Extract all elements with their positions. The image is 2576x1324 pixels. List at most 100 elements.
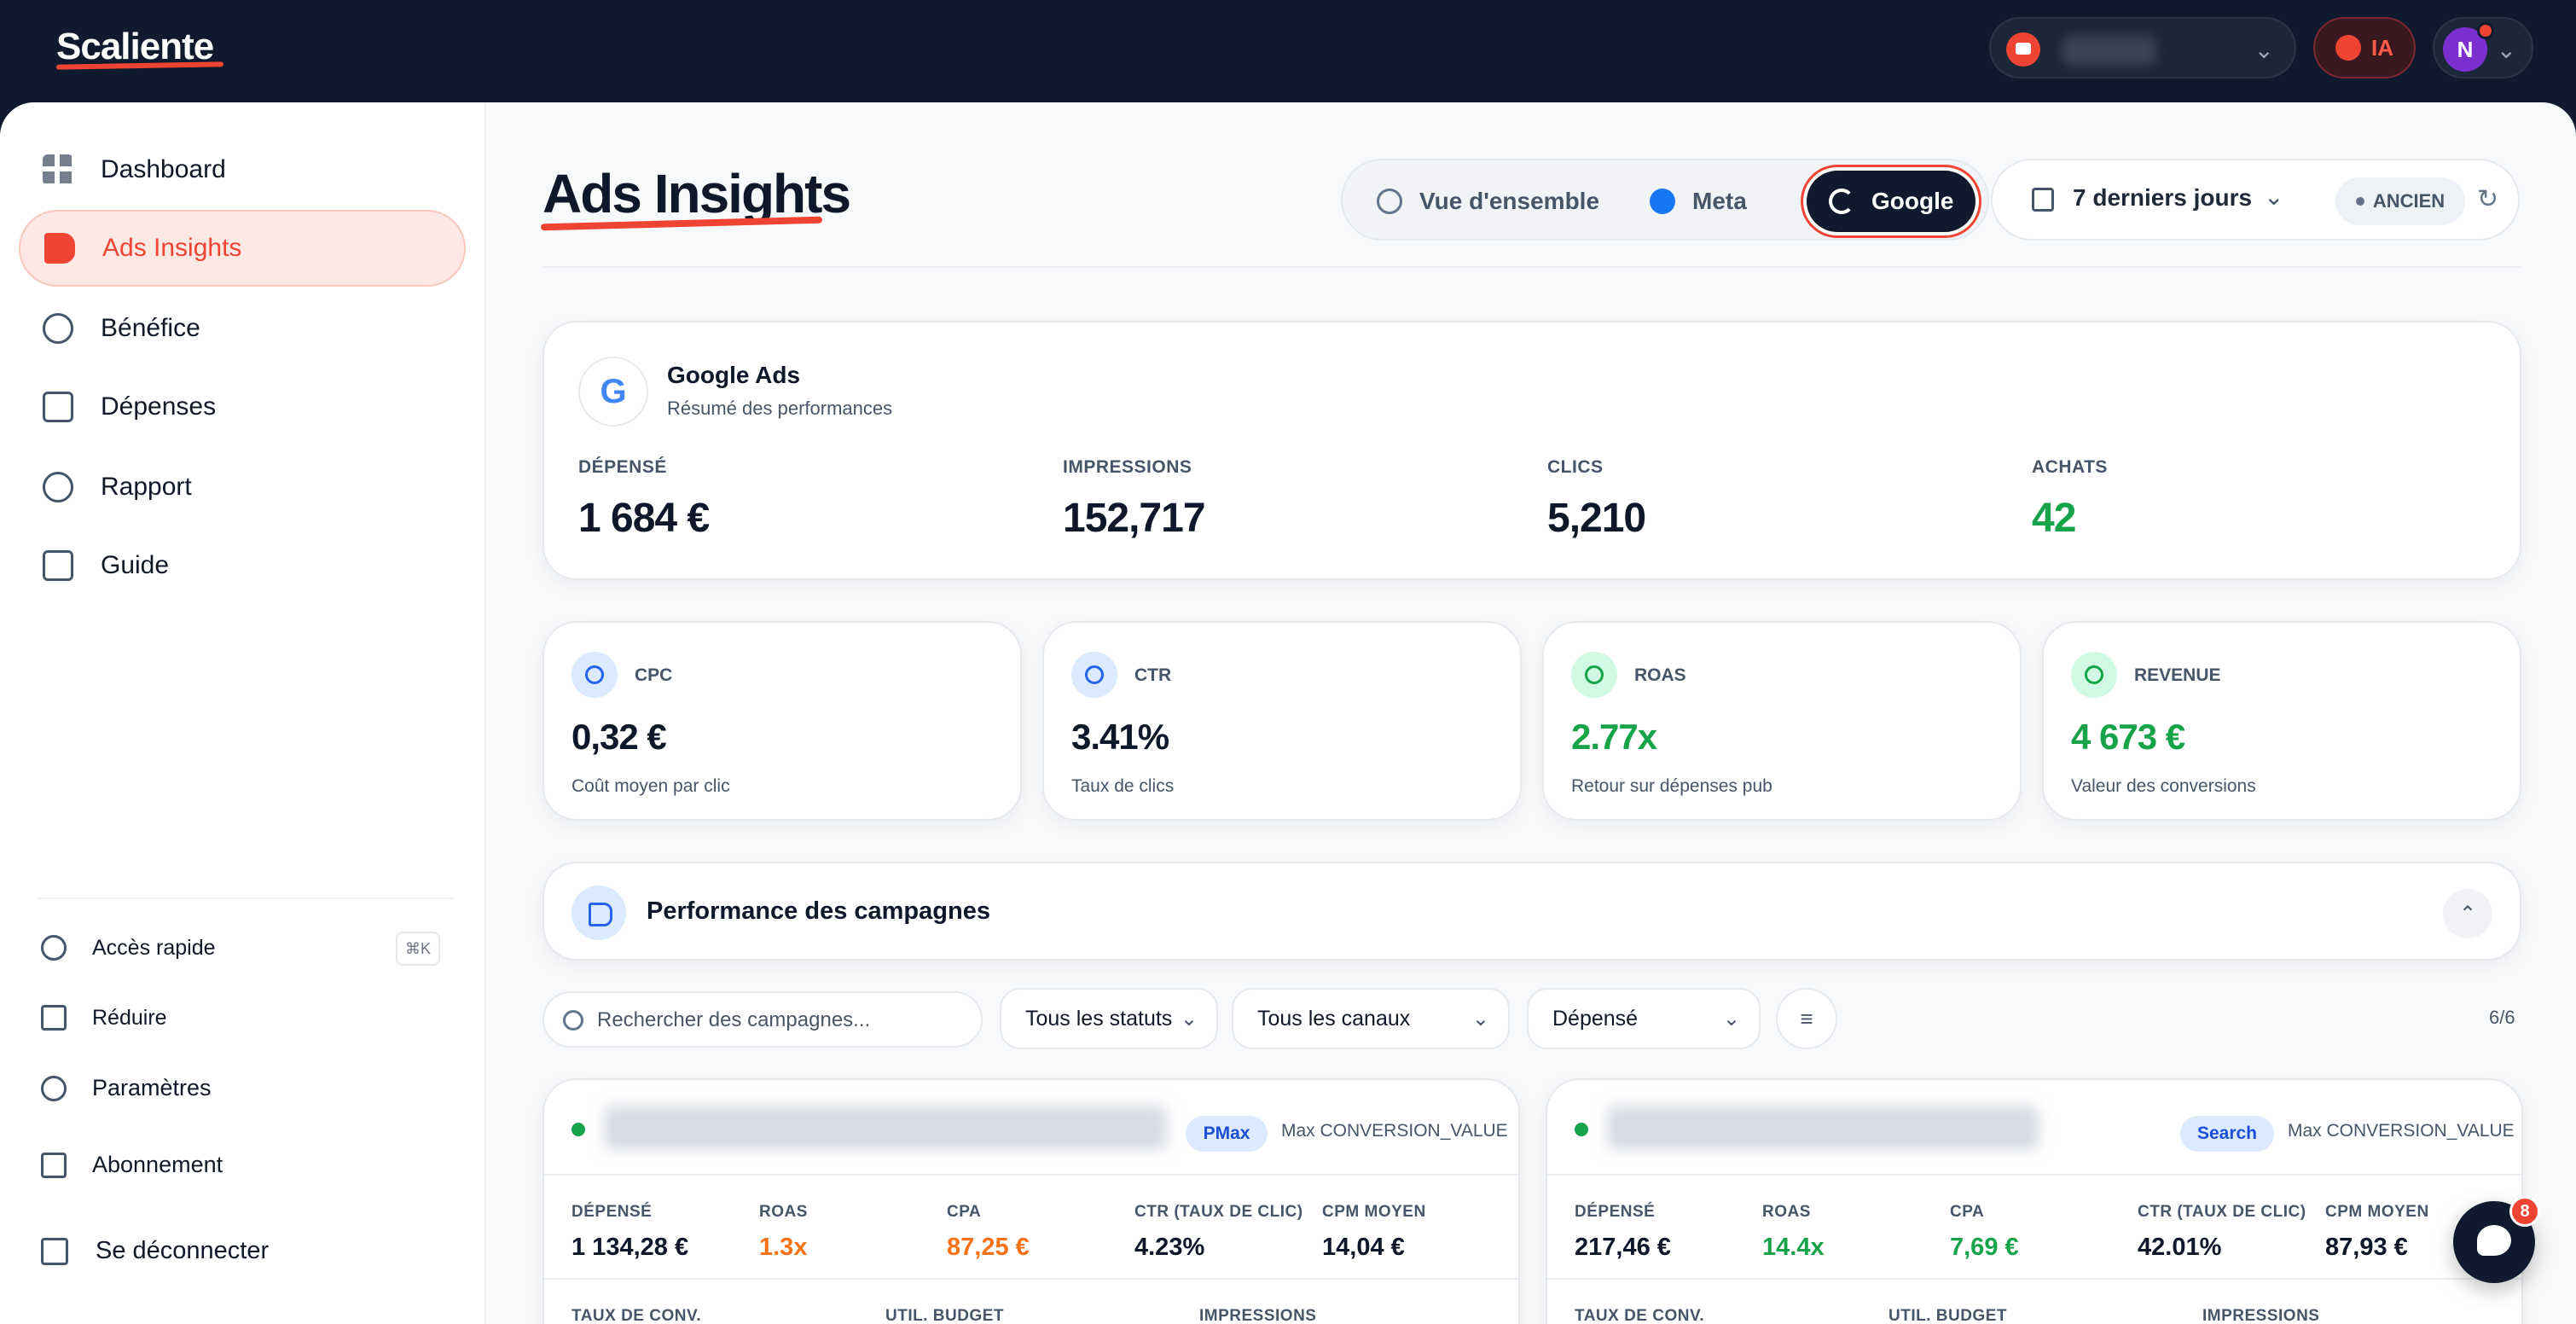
kpi-value: 42 bbox=[2032, 496, 2076, 541]
calendar-icon bbox=[2032, 188, 2054, 212]
subscription-button[interactable]: Abonnement bbox=[41, 1152, 223, 1178]
status-filter[interactable]: Tous les statuts ⌄ bbox=[1000, 988, 1218, 1049]
date-range-picker: 7 derniers jours ⌄ ANCIEN ↻ bbox=[1991, 159, 2520, 241]
google-ads-summary-card: G Google Ads Résumé des performances DÉP… bbox=[542, 321, 2521, 580]
sidebar-item-label: Guide bbox=[101, 551, 170, 579]
kpi-clicks: CLICS 5,210 bbox=[1547, 457, 1646, 542]
app-shell: Dashboard Ads Insights Bénéfice Dépenses… bbox=[0, 102, 2576, 1324]
campaign-stat: DÉPENSÉ 1 134,28 € bbox=[571, 1203, 688, 1262]
stat-value: 1.3x bbox=[759, 1234, 808, 1261]
stat-value: 42.01% bbox=[2138, 1234, 2222, 1261]
gear-icon bbox=[41, 1075, 67, 1101]
kpi-spent: DÉPENSÉ 1 684 € bbox=[578, 457, 710, 542]
ia-button[interactable]: IA bbox=[2313, 17, 2416, 78]
stat-label: TAUX DE CONV. bbox=[1575, 1307, 1705, 1324]
campaign-stat: UTIL. BUDGET bbox=[885, 1307, 1004, 1324]
subscription-label: Abonnement bbox=[92, 1152, 223, 1177]
campaign-performance-header[interactable]: Performance des campagnes ⌃ bbox=[542, 862, 2521, 961]
campaign-stat: CPM MOYEN 87,93 € bbox=[2325, 1203, 2429, 1262]
kpi-label: ACHATS bbox=[2032, 457, 2108, 477]
metric-label: CPC bbox=[635, 665, 673, 685]
store-icon bbox=[2006, 32, 2040, 67]
section-title: Performance des campagnes bbox=[647, 897, 990, 925]
tab-google[interactable]: Google bbox=[1807, 171, 1976, 232]
chevron-up-icon[interactable]: ⌃ bbox=[2443, 889, 2492, 938]
metric-description: Retour sur dépenses pub bbox=[1571, 776, 1772, 796]
chevron-down-icon[interactable]: ⌄ bbox=[2264, 183, 2283, 211]
chevron-down-icon: ⌄ bbox=[1722, 1008, 1740, 1031]
stat-value: 7,69 € bbox=[1950, 1234, 2019, 1261]
quick-access-label: Accès rapide bbox=[92, 935, 216, 960]
settings-button[interactable]: Paramètres bbox=[41, 1075, 212, 1101]
sidebar-item-label: Rapport bbox=[101, 473, 192, 501]
stat-value: 14,04 € bbox=[1322, 1234, 1405, 1261]
keyboard-shortcut: ⌘K bbox=[396, 932, 440, 966]
shop-selector[interactable]: ⌄ bbox=[1989, 17, 2296, 78]
target-icon bbox=[1571, 652, 1617, 698]
user-menu[interactable]: N ⌄ bbox=[2433, 17, 2533, 78]
campaign-card[interactable]: Search Max CONVERSION_VALUE DÉPENSÉ 217,… bbox=[1546, 1078, 2523, 1324]
metric-description: Coût moyen par clic bbox=[571, 776, 730, 796]
facebook-icon bbox=[1650, 189, 1675, 214]
campaign-stat: DÉPENSÉ 217,46 € bbox=[1575, 1203, 1671, 1262]
tab-overview[interactable]: Vue d'ensemble bbox=[1377, 171, 1599, 232]
stat-value: 217,46 € bbox=[1575, 1234, 1671, 1261]
notification-dot bbox=[2477, 22, 2494, 39]
campaign-stat: CPM MOYEN 14,04 € bbox=[1322, 1203, 1426, 1262]
sidebar-divider bbox=[38, 897, 454, 899]
sort-select[interactable]: Dépensé ⌄ bbox=[1527, 988, 1761, 1049]
campaign-name-redacted bbox=[604, 1106, 1167, 1150]
sidebar-item-benefice[interactable]: Bénéfice bbox=[19, 290, 466, 367]
sidebar-item-dashboard[interactable]: Dashboard bbox=[19, 131, 466, 208]
stat-label: ROAS bbox=[1762, 1203, 1811, 1221]
status-dot bbox=[571, 1123, 585, 1136]
sidebar: Dashboard Ads Insights Bénéfice Dépenses… bbox=[0, 102, 486, 1324]
stat-value: 87,25 € bbox=[947, 1234, 1030, 1261]
sidebar-item-ads-insights[interactable]: Ads Insights bbox=[19, 210, 466, 287]
google-logo-icon: G bbox=[578, 357, 648, 427]
sidebar-item-label: Bénéfice bbox=[101, 314, 200, 342]
refresh-icon[interactable]: ↻ bbox=[2477, 184, 2498, 214]
quick-access-button[interactable]: Accès rapide bbox=[41, 935, 216, 961]
cursor-icon bbox=[571, 652, 618, 698]
sort-order-button[interactable]: ≡ bbox=[1776, 988, 1837, 1049]
date-range-label[interactable]: 7 derniers jours bbox=[2073, 184, 2252, 212]
campaign-stat: CPA 87,25 € bbox=[947, 1203, 1030, 1262]
collapse-button[interactable]: Réduire bbox=[41, 1005, 167, 1031]
metric-label: ROAS bbox=[1634, 665, 1686, 685]
sidebar-item-depenses[interactable]: Dépenses bbox=[19, 369, 466, 445]
campaign-stat: ROAS 1.3x bbox=[759, 1203, 808, 1262]
metric-value: 0,32 € bbox=[571, 717, 667, 757]
stat-label: CTR (TAUX DE CLIC) bbox=[1134, 1203, 1303, 1221]
campaign-stat: CTR (TAUX DE CLIC) 4.23% bbox=[1134, 1203, 1303, 1262]
sidebar-item-rapport[interactable]: Rapport bbox=[19, 449, 466, 526]
kpi-value: 1 684 € bbox=[578, 496, 710, 541]
logout-label: Se déconnecter bbox=[96, 1237, 270, 1264]
collapse-label: Réduire bbox=[92, 1005, 167, 1030]
search-input[interactable] bbox=[597, 1002, 964, 1039]
campaign-count: 6/6 bbox=[2489, 1007, 2515, 1028]
megaphone-icon bbox=[571, 886, 626, 940]
sort-label: Dépensé bbox=[1552, 1006, 1639, 1031]
kpi-label: IMPRESSIONS bbox=[1063, 457, 1192, 477]
ancien-toggle[interactable]: ANCIEN bbox=[2335, 177, 2465, 225]
logout-button[interactable]: Se déconnecter bbox=[41, 1237, 269, 1265]
network-icon bbox=[1377, 189, 1402, 214]
tab-label: Meta bbox=[1692, 188, 1747, 214]
status-dot bbox=[2355, 197, 2364, 206]
kpi-impressions: IMPRESSIONS 152,717 bbox=[1063, 457, 1206, 542]
sidebar-item-guide[interactable]: Guide bbox=[19, 527, 466, 604]
card-subtitle: Résumé des performances bbox=[667, 398, 893, 419]
bid-strategy: Max CONVERSION_VALUE bbox=[1281, 1121, 1508, 1141]
campaign-card[interactable]: PMax Max CONVERSION_VALUE DÉPENSÉ 1 134,… bbox=[542, 1078, 1520, 1324]
sidebar-item-label: Dépenses bbox=[101, 392, 217, 421]
credit-card-icon bbox=[41, 1152, 67, 1178]
channel-filter[interactable]: Tous les canaux ⌄ bbox=[1232, 988, 1510, 1049]
metric-label: CTR bbox=[1134, 665, 1172, 685]
divider bbox=[1547, 1278, 2521, 1280]
metric-label: REVENUE bbox=[2134, 665, 2221, 685]
tab-meta[interactable]: Meta bbox=[1650, 171, 1747, 232]
chevron-down-icon: ⌄ bbox=[1180, 1008, 1198, 1031]
chevron-down-icon: ⌄ bbox=[1471, 1008, 1489, 1031]
stat-label: CPA bbox=[947, 1203, 982, 1221]
